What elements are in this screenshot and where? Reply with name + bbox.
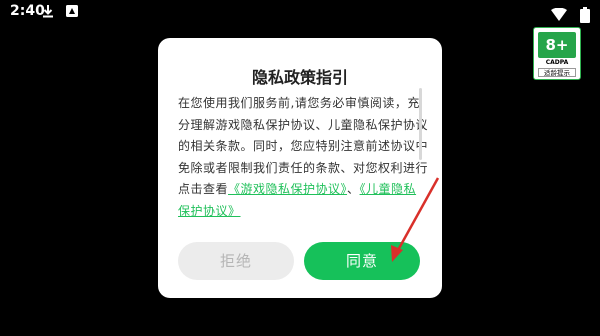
game-privacy-link[interactable]: 《游戏隐私保护协议》: [228, 182, 347, 196]
reject-button[interactable]: 拒绝: [178, 242, 294, 280]
dialog-body: 在您使用我们服务前,请您务必审慎阅读，充分理解游戏隐私保护协议、儿童隐私保护协议…: [178, 93, 428, 243]
age-tip-label: 适龄提示: [538, 68, 576, 77]
battery-icon: [580, 6, 590, 23]
status-bar: 2:40: [0, 0, 600, 24]
privacy-dialog: 隐私政策指引 在您使用我们服务前,请您务必审慎阅读，充分理解游戏隐私保护协议、儿…: [158, 38, 442, 298]
wifi-icon: [550, 7, 567, 21]
dialog-title: 隐私政策指引: [251, 68, 348, 87]
dialog-scrollbar[interactable]: [419, 88, 422, 160]
app-notification-icon: [66, 5, 78, 17]
dialog-body-text: 在您使用我们服务前,请您务必审慎阅读，充分理解游戏隐私保护协议、儿童隐私保护协议…: [178, 96, 428, 196]
rating-org-label: CADPA: [545, 59, 569, 66]
link-separator: 、: [347, 182, 360, 196]
agree-button[interactable]: 同意: [304, 242, 420, 280]
download-icon: [43, 5, 53, 18]
age-rating-label: 8+: [538, 32, 576, 58]
age-rating-badge: 8+ CADPA 适龄提示: [533, 27, 581, 80]
